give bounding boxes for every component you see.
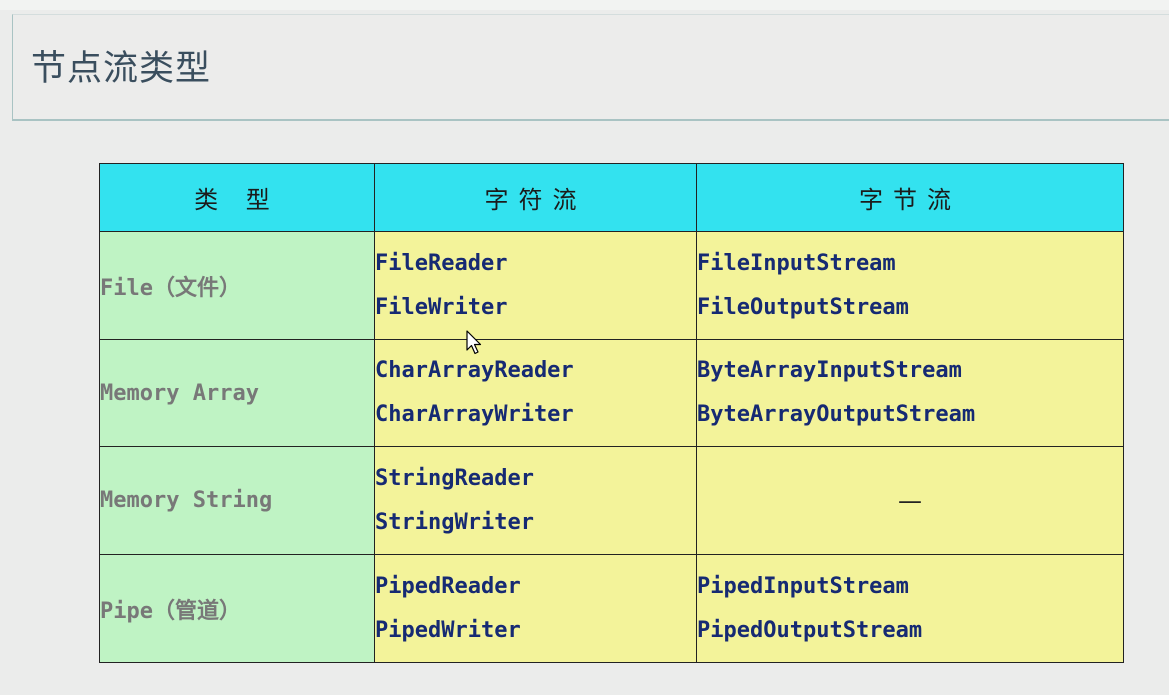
byte-stream-cell: PipedInputStream PipedOutputStream (696, 554, 1124, 663)
class-name: PipedReader (375, 573, 521, 599)
header-type: 类 型 (99, 163, 375, 232)
class-name: ByteArrayInputStream (697, 358, 962, 383)
row-type-label: Pipe（管道） (99, 554, 375, 663)
char-stream-cell: CharArrayReader CharArrayWriter (374, 339, 697, 447)
class-name: CharArrayReader (375, 358, 574, 383)
class-name: PipedOutputStream (697, 617, 923, 643)
slide: 节点流类型 类 型 字符流 字节流 File（文件） FileReader Fi… (0, 0, 1169, 695)
row-type-label: File（文件） (99, 231, 375, 340)
byte-stream-cell: ByteArrayInputStream ByteArrayOutputStre… (696, 339, 1124, 447)
class-name: ByteArrayOutputStream (697, 402, 976, 427)
table-header-row: 类 型 字符流 字节流 (99, 163, 1124, 232)
class-name: FileWriter (375, 294, 508, 320)
class-name: PipedWriter (375, 617, 521, 643)
title-box: 节点流类型 (12, 14, 1169, 121)
class-name: StringWriter (375, 509, 534, 535)
table-row: Memory Array CharArrayReader CharArrayWr… (99, 339, 1124, 447)
byte-stream-empty-cell: — (696, 446, 1124, 555)
mouse-pointer-icon (466, 330, 482, 355)
class-name: FileOutputStream (697, 294, 909, 320)
char-stream-cell: FileReader FileWriter (374, 231, 697, 340)
class-name: StringReader (375, 465, 534, 491)
class-name: FileInputStream (697, 250, 896, 276)
header-char-stream: 字符流 (374, 163, 697, 232)
header-byte-stream: 字节流 (696, 163, 1124, 232)
class-name: CharArrayWriter (375, 402, 574, 427)
class-name: PipedInputStream (697, 573, 909, 599)
table-row: File（文件） FileReader FileWriter FileInput… (99, 231, 1124, 340)
row-type-label: Memory String (99, 446, 375, 555)
byte-stream-cell: FileInputStream FileOutputStream (696, 231, 1124, 340)
class-name: FileReader (375, 250, 508, 276)
page-title: 节点流类型 (31, 49, 212, 89)
char-stream-cell: StringReader StringWriter (374, 446, 697, 555)
node-stream-table: 类 型 字符流 字节流 File（文件） FileReader FileWrit… (99, 163, 1124, 663)
row-type-label: Memory Array (99, 339, 375, 447)
table-row: Memory String StringReader StringWriter … (99, 446, 1124, 555)
table-row: Pipe（管道） PipedReader PipedWriter PipedIn… (99, 554, 1124, 663)
top-strip (0, 0, 1169, 10)
char-stream-cell: PipedReader PipedWriter (374, 554, 697, 663)
